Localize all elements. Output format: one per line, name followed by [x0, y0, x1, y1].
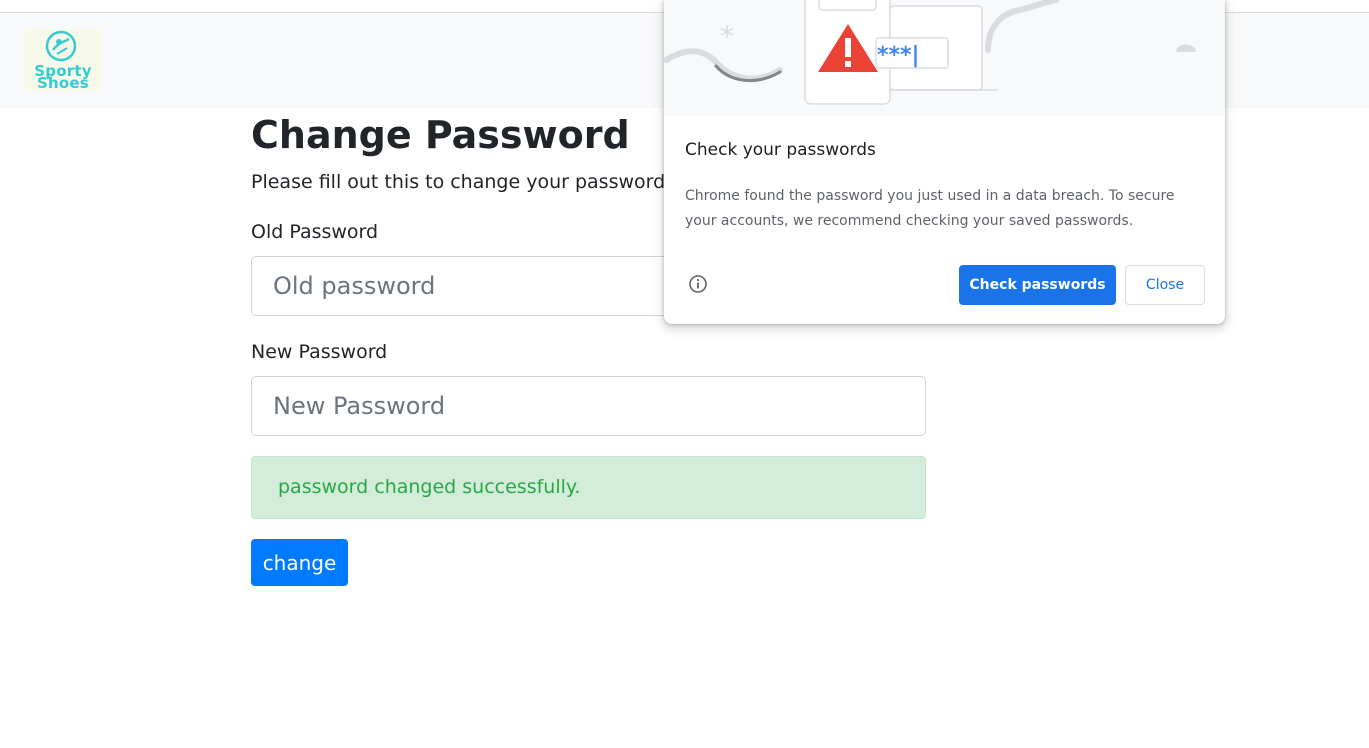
close-button[interactable]: Close — [1125, 265, 1205, 305]
check-passwords-popup: * ***| Check your passwords Chrome found… — [664, 0, 1225, 324]
change-button[interactable]: change — [251, 539, 348, 586]
popup-body: Chrome found the password you just used … — [685, 188, 1175, 229]
info-icon[interactable] — [688, 274, 708, 294]
warning-triangle-password-icon: * ***| — [664, 0, 1196, 105]
masked-password-text: ***| — [877, 43, 920, 68]
success-alert: password changed successfully. — [251, 456, 926, 519]
popup-title: Check your passwords — [685, 140, 876, 160]
new-password-input[interactable] — [251, 376, 926, 436]
page-title: Change Password — [251, 113, 630, 157]
popup-illustration: * ***| — [664, 0, 1225, 117]
old-password-label: Old Password — [251, 221, 379, 243]
new-password-label: New Password — [251, 341, 388, 363]
check-passwords-button[interactable]: Check passwords — [959, 265, 1116, 305]
logo-emblem-icon — [45, 30, 77, 62]
svg-text:*: * — [720, 20, 734, 53]
logo[interactable]: Sporty Shoes — [25, 29, 101, 91]
logo-text: Sporty Shoes — [34, 62, 92, 92]
form-subtitle: Please fill out this to change your pass… — [251, 171, 666, 193]
